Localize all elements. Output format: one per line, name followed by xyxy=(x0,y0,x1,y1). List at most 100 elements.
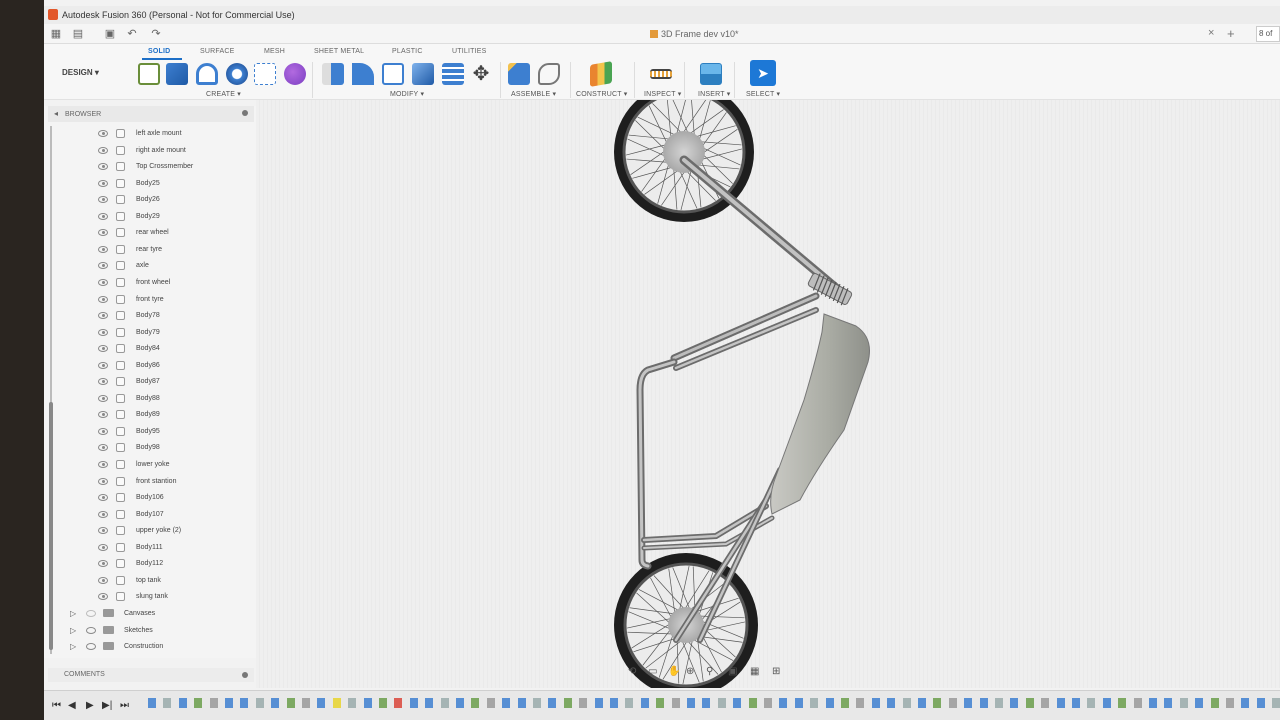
timeline-feature[interactable] xyxy=(255,698,264,708)
timeline-feature[interactable] xyxy=(1072,698,1080,708)
tab-sheet-metal[interactable]: SHEET METAL xyxy=(314,48,364,55)
save-icon[interactable]: ▣ xyxy=(104,28,116,40)
visibility-eye-icon[interactable] xyxy=(98,179,108,187)
browser-header[interactable]: ◂ BROWSER xyxy=(48,106,254,122)
timeline-feature[interactable] xyxy=(810,698,819,708)
timeline-feature[interactable] xyxy=(871,698,880,708)
visibility-eye-icon[interactable] xyxy=(98,262,108,270)
timeline-feature[interactable] xyxy=(918,698,926,708)
visibility-eye-icon[interactable] xyxy=(98,229,108,237)
timeline-feature[interactable] xyxy=(656,698,665,708)
timeline-feature[interactable] xyxy=(1256,698,1265,708)
tab-solid[interactable]: SOLID xyxy=(148,48,170,55)
timeline-feature[interactable] xyxy=(1179,698,1188,708)
browser-body-row[interactable]: right axle mount xyxy=(44,143,256,159)
document-tab[interactable]: 3D Frame dev v10* xyxy=(650,29,739,39)
pin-icon[interactable] xyxy=(242,672,248,678)
zoom-icon[interactable]: ⚲ xyxy=(706,666,713,677)
visibility-eye-icon[interactable] xyxy=(98,477,108,485)
timeline-feature[interactable] xyxy=(933,698,942,708)
collapse-arrow-icon[interactable]: ◂ xyxy=(54,109,58,118)
timeline-feature[interactable] xyxy=(764,698,772,708)
browser-body-row[interactable]: Body78 xyxy=(44,308,256,324)
timeline-feature[interactable] xyxy=(1226,698,1234,708)
timeline-feature[interactable] xyxy=(702,698,711,708)
visibility-eye-icon[interactable] xyxy=(98,394,108,402)
browser-body-row[interactable]: Body26 xyxy=(44,192,256,208)
extrude-icon[interactable] xyxy=(166,63,188,85)
timeline-feature[interactable] xyxy=(1272,698,1280,708)
timeline-feature[interactable] xyxy=(548,698,557,708)
combine-icon[interactable] xyxy=(412,63,434,85)
bike-frame-model[interactable] xyxy=(256,100,1280,688)
browser-body-row[interactable]: slung tank xyxy=(44,589,256,605)
timeline-feature[interactable] xyxy=(671,698,680,708)
browser-body-row[interactable]: Body79 xyxy=(44,325,256,341)
browser-body-row[interactable]: Body88 xyxy=(44,391,256,407)
visibility-eye-icon[interactable] xyxy=(98,361,108,369)
browser-body-row[interactable]: Body112 xyxy=(44,556,256,572)
timeline-feature[interactable] xyxy=(332,698,341,708)
timeline-feature[interactable] xyxy=(517,698,526,708)
visibility-eye-icon[interactable] xyxy=(98,543,108,551)
visibility-eye-icon[interactable] xyxy=(98,146,108,154)
data-panel-grid-icon[interactable]: ▦ xyxy=(50,28,62,40)
timeline-feature[interactable] xyxy=(1149,698,1157,708)
orbit-icon[interactable]: ⟲ xyxy=(628,666,636,677)
tab-surface[interactable]: SURFACE xyxy=(200,48,234,55)
timeline-feature[interactable] xyxy=(1133,698,1142,708)
browser-body-row[interactable]: Top Crossmember xyxy=(44,159,256,175)
timeline-feature[interactable] xyxy=(733,698,742,708)
visibility-eye-icon[interactable] xyxy=(86,626,96,634)
timeline-feature[interactable] xyxy=(363,698,372,708)
timeline-feature[interactable] xyxy=(486,698,495,708)
pin-icon[interactable] xyxy=(242,110,248,116)
timeline-feature[interactable] xyxy=(1118,698,1127,708)
timeline-feature[interactable] xyxy=(687,698,695,708)
display-settings-icon[interactable]: ▣ xyxy=(728,666,737,677)
timeline-feature[interactable] xyxy=(1164,698,1173,708)
timeline-feature[interactable] xyxy=(856,698,865,708)
model-canvas[interactable] xyxy=(256,100,1280,688)
timeline-play-icon[interactable]: ▶ xyxy=(86,700,94,711)
timeline-feature[interactable] xyxy=(394,698,403,708)
browser-folder-row[interactable]: ▷ Sketches xyxy=(44,623,256,639)
timeline-feature[interactable] xyxy=(440,698,449,708)
revolve-icon[interactable] xyxy=(196,63,218,85)
browser-body-row[interactable]: front wheel xyxy=(44,275,256,291)
timeline-feature[interactable] xyxy=(163,698,172,708)
redo-icon[interactable]: ↷ xyxy=(150,28,162,40)
job-status[interactable]: 8 of xyxy=(1256,26,1280,42)
create-sketch-icon[interactable] xyxy=(138,63,160,85)
browser-body-row[interactable]: upper yoke (2) xyxy=(44,523,256,539)
visibility-eye-icon[interactable] xyxy=(98,312,108,320)
timeline-feature[interactable] xyxy=(1010,698,1019,708)
timeline-feature[interactable] xyxy=(902,698,911,708)
visibility-eye-icon[interactable] xyxy=(98,411,108,419)
new-component-icon[interactable] xyxy=(508,63,530,85)
hole-icon[interactable] xyxy=(226,63,248,85)
timeline-feature[interactable] xyxy=(178,698,187,708)
browser-body-row[interactable]: rear wheel xyxy=(44,225,256,241)
press-pull-icon[interactable] xyxy=(322,63,344,85)
measure-icon[interactable] xyxy=(650,69,672,79)
pan-hand-icon[interactable]: ✋ xyxy=(668,666,680,677)
timeline-feature[interactable] xyxy=(995,698,1003,708)
timeline-feature[interactable] xyxy=(194,698,203,708)
timeline-feature[interactable] xyxy=(148,698,156,708)
undo-icon[interactable]: ↶ xyxy=(126,28,138,40)
timeline-feature[interactable] xyxy=(425,698,434,708)
visibility-eye-icon[interactable] xyxy=(98,444,108,452)
timeline-feature[interactable] xyxy=(379,698,387,708)
construct-group-label[interactable]: CONSTRUCT ▾ xyxy=(576,90,627,98)
visibility-eye-icon[interactable] xyxy=(98,295,108,303)
timeline-feature[interactable] xyxy=(271,698,280,708)
visibility-eye-icon[interactable] xyxy=(86,609,96,617)
browser-body-row[interactable]: Body84 xyxy=(44,341,256,357)
timeline-step-back-icon[interactable]: ◀ xyxy=(68,700,76,711)
slung-tank[interactable] xyxy=(770,313,870,515)
visibility-eye-icon[interactable] xyxy=(98,278,108,286)
move-copy-icon[interactable]: ✥ xyxy=(470,63,492,85)
visibility-eye-icon[interactable] xyxy=(98,245,108,253)
timeline-feature[interactable] xyxy=(887,698,896,708)
